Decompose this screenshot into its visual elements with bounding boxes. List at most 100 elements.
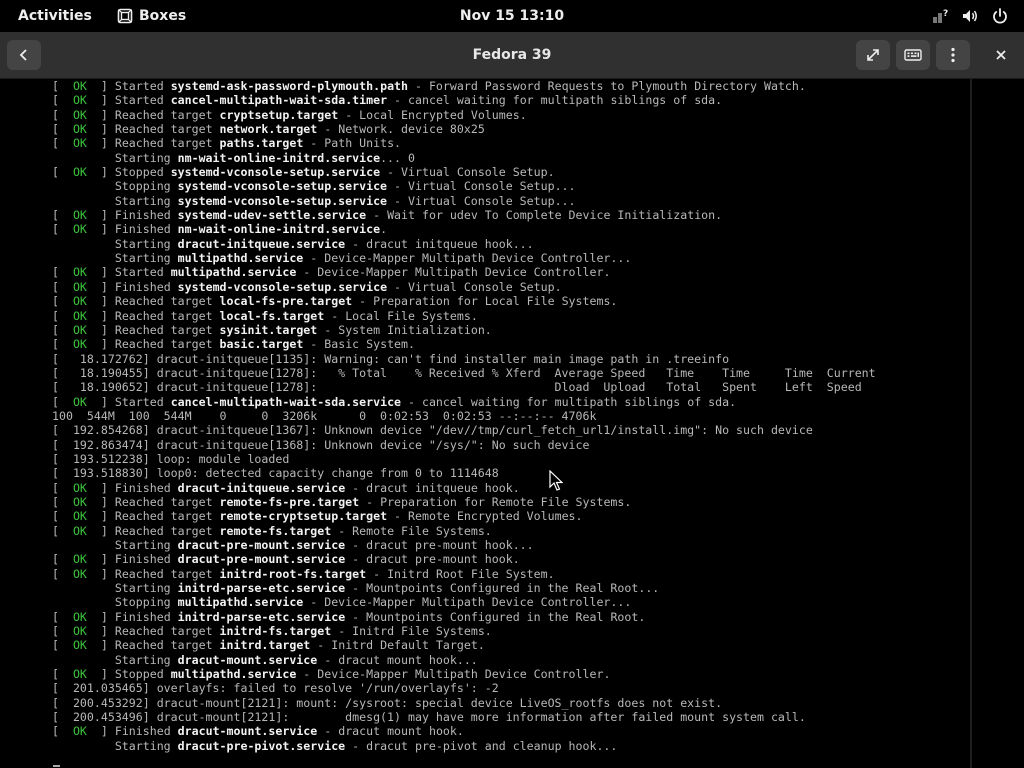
console-line: [ OK ] Started cancel-multipath-wait-sda… [52,93,876,107]
console-line: [ OK ] Reached target sysinit.target - S… [52,323,876,337]
console-line-rest: - Device-Mapper Multipath Device Control… [303,251,632,266]
console-line-rest: - System Initialization. [317,322,492,337]
console-line-ok: OK [72,638,87,653]
console-line: [ OK ] Reached target initrd-root-fs.tar… [52,567,876,581]
console-line-pre: [ [52,638,73,653]
console-line: [ OK ] Started systemd-ask-password-plym… [52,79,876,93]
app-menu-boxes[interactable]: Boxes [117,0,186,32]
console-line-rest: - Initrd File Systems. [331,624,492,639]
console-line-rest: - dracut pre-pivot and cleanup hook... [345,738,618,753]
console-line-verb: ] Started [86,93,171,108]
power-icon[interactable] [990,6,1010,26]
console-line-rest: - dracut pre-mount hook. [345,552,520,567]
close-button[interactable] [984,40,1018,70]
console-line-name: dracut-pre-mount.service [177,538,346,552]
console-line-rest: - Device-Mapper Multipath Device Control… [296,667,611,682]
console-line-name: systemd-vconsole-setup.service [170,165,381,180]
network-question-icon[interactable]: ? [930,6,950,26]
console-line-ok: OK [72,480,87,495]
console-line-rest: - Preparation for Remote File Systems. [359,494,632,509]
console-line-verb: ] Reached target [86,122,220,137]
console-line-rest: - cancel waiting for multipath siblings … [387,93,723,108]
console-line: [ 18.190455] dracut-initqueue[1278]: % T… [52,366,876,380]
console-line-name: nm-wait-online-initrd.service [177,222,381,237]
back-button[interactable] [7,40,41,70]
console-line-ok: OK [72,308,87,323]
console-line-rest: - dracut initqueue hook. [345,480,520,495]
console-line-name: multipathd.service [170,667,297,682]
console-line-ok: OK [72,667,87,682]
console-line-pre: [ [52,724,73,739]
console-line-ok: OK [72,279,87,294]
console-line: [ 192.863474] dracut-initqueue[1368]: Un… [52,438,876,452]
console-line: [ OK ] Reached target network.target - N… [52,122,876,136]
console-line-rest: - dracut mount hook... [317,652,478,667]
console-line-ok: OK [72,394,87,409]
console-line-rest: - Initrd Root File System. [366,566,555,581]
console-line-pre: [ 200.453496] dracut-mount[2121]: dmesg(… [52,710,806,725]
console-line-verb: ] Reached target [86,638,220,653]
console-line-rest: . [380,222,388,237]
console-line: [ OK ] Reached target initrd-fs.target -… [52,624,876,638]
system-tray[interactable]: ? [930,6,1010,26]
console-line: [ 193.518830] loop0: detected capacity c… [52,466,876,480]
activities-button[interactable]: Activities [18,0,92,32]
console-line-pre: [ [52,552,73,567]
console-line-pre: [ [52,294,73,309]
console-line-rest: - Mountpoints Configured in the Real Roo… [345,581,660,596]
console-line-pre: [ [52,122,73,137]
console-line-verb: ] Reached target [86,509,220,524]
console-line-pre: [ 18.190652] dracut-initqueue[1278]: Dlo… [52,380,862,395]
console-line-ok: OK [72,322,87,337]
console-line-verb: Starting [52,738,178,753]
console-line-name: basic.target [219,337,304,352]
console-line: [ 200.453292] dracut-mount[2121]: mount:… [52,696,876,710]
keyboard-button[interactable] [896,40,930,70]
console-line: [ 18.190652] dracut-initqueue[1278]: Dlo… [52,380,876,394]
console-line-name: initrd-parse-etc.service [177,609,346,624]
boxes-app-icon [117,8,133,24]
console-line-ok: OK [72,566,87,581]
console-line: Starting systemd-vconsole-setup.service … [52,194,876,208]
app-menu-label: Boxes [139,8,187,24]
console-line-pre: [ [52,308,73,323]
console-line-name: paths.target [219,136,304,151]
console-line-ok: OK [72,107,87,122]
console-line-rest: - dracut initqueue hook... [345,236,534,251]
console-line-name: systemd-ask-password-plymouth.path [170,79,409,93]
console-line-pre: [ [52,136,73,151]
console-line-ok: OK [72,165,87,180]
console-line-verb: ] Reached target [86,566,220,581]
console-line-rest: - dracut mount hook. [317,724,464,739]
clock[interactable]: Nov 15 13:10 [460,8,564,24]
console-line: Starting dracut-pre-pivot.service - drac… [52,739,876,753]
console-line-ok: OK [72,222,87,237]
console-line-name: dracut-pre-pivot.service [177,738,346,753]
console-line-verb: ] Started [86,394,171,409]
console-line-verb: Starting [52,581,178,596]
fullscreen-button[interactable] [856,40,890,70]
console-line-rest: - cancel waiting for multipath siblings … [401,394,737,409]
console-line: [ OK ] Reached target initrd.target - In… [52,638,876,652]
console-line-pre: [ [52,494,73,509]
console-line-verb: ] Stopped [86,667,171,682]
mouse-pointer-icon [549,469,564,496]
console-line: [ OK ] Finished systemd-udev-settle.serv… [52,208,876,222]
console-line: [ 193.512238] loop: module loaded [52,452,876,466]
volume-icon[interactable] [960,6,980,26]
console-line-pre: [ 193.512238] loop: module loaded [52,451,290,466]
console-line-ok: OK [72,724,87,739]
console-line-ok: OK [72,294,87,309]
vm-console-screen[interactable]: [ OK ] Started systemd-ask-password-plym… [52,79,972,768]
console-line: [ OK ] Stopped systemd-vconsole-setup.se… [52,165,876,179]
console-line-ok: OK [72,552,87,567]
console-line-name: initrd.target [219,638,311,653]
console-line-rest: ... 0 [380,150,415,165]
fullscreen-icon [867,49,879,61]
console-line-pre: [ [52,624,73,639]
console-line-verb: Starting [52,193,178,208]
console-line-pre: [ [52,480,73,495]
menu-button[interactable] [936,40,970,70]
console-line: Starting initrd-parse-etc.service - Moun… [52,581,876,595]
console-line-verb: Starting [52,150,178,165]
